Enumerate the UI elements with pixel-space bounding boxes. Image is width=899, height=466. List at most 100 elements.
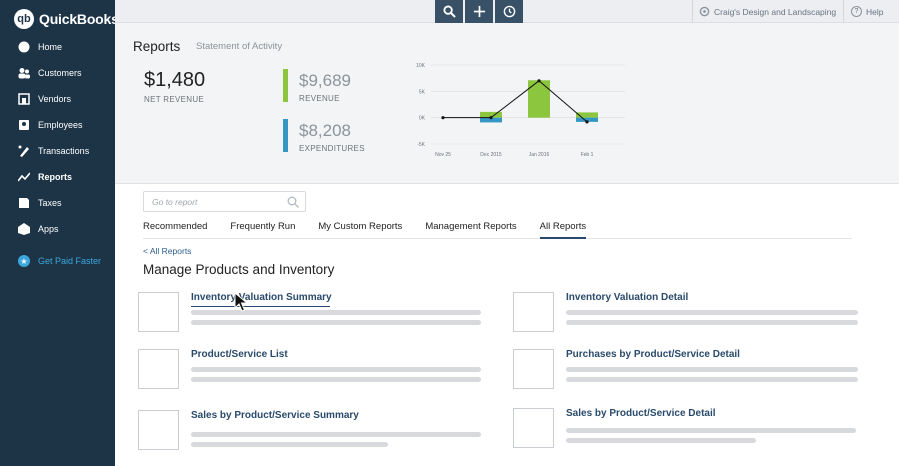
description-placeholder [566,367,858,372]
recent-button[interactable] [495,0,523,23]
expenditures-value: $8,208 [299,121,351,140]
report-title[interactable]: Purchases by Product/Service Detail [566,349,740,360]
report-title[interactable]: Sales by Product/Service Detail [566,408,716,419]
recent-icon [503,5,515,18]
search-button[interactable] [435,0,463,23]
sidebar-item-transactions[interactable]: Transactions [0,138,115,164]
sidebar-item-label: Apps [38,224,59,234]
reports-icon [18,172,30,182]
report-title[interactable]: Sales by Product/Service Summary [191,410,359,421]
help-label: Help [866,6,884,17]
transactions-icon [18,145,29,157]
create-button[interactable] [465,0,493,23]
net-revenue-metric: $1,480 NET REVENUE [144,69,205,104]
star-icon: ★ [18,255,30,267]
app-window: qb QuickBooks Home Customers Vendors Emp… [0,0,899,466]
sidebar: qb QuickBooks Home Customers Vendors Emp… [0,0,119,466]
description-placeholder [191,377,481,382]
net-series-point [585,120,589,124]
brand-logo[interactable]: qb QuickBooks [14,9,119,29]
search-placeholder: Go to report [152,196,198,207]
description-placeholder [191,442,388,447]
report-thumbnail [138,410,179,450]
description-placeholder [566,438,756,443]
sidebar-item-label: Transactions [38,146,90,156]
report-search-input[interactable]: Go to report [143,191,306,212]
company-menu[interactable]: Craig's Design and Landscaping [692,0,836,23]
home-icon [18,41,30,53]
page-subtitle[interactable]: Statement of Activity [196,41,282,52]
report-thumbnail [513,292,554,332]
sidebar-item-label: Taxes [38,198,62,208]
y-tick-label: 5K [419,89,426,95]
x-tick-label: Feb 1 [581,152,594,158]
report-title[interactable]: Inventory Valuation Summary [191,292,332,303]
mouse-pointer-icon [234,292,248,312]
report-title[interactable]: Inventory Valuation Detail [566,292,688,303]
description-placeholder [191,320,481,325]
net-series-point [537,79,541,83]
sidebar-item-reports[interactable]: Reports [0,164,115,190]
expenditures-label: EXPENDITURES [299,144,365,153]
plus-icon [473,5,485,18]
company-name: Craig's Design and Landscaping [714,6,837,17]
sidebar-nav: Home Customers Vendors Employees Transac… [0,34,115,274]
net-series-line [443,80,588,123]
help-button[interactable]: ? Help [843,0,883,23]
sidebar-item-label: Get Paid Faster [38,256,102,266]
revenue-metric: $9,689 REVENUE [299,71,351,103]
sidebar-item-label: Employees [38,120,83,130]
report-tabs: Recommended Frequently Run My Custom Rep… [143,219,852,239]
sidebar-item-apps[interactable]: Apps [0,216,115,242]
page-title: Reports [133,39,181,54]
description-placeholder [191,367,481,372]
expenditures-color-bar [283,119,288,152]
description-placeholder [566,428,856,433]
sidebar-item-vendors[interactable]: Vendors [0,86,115,112]
apps-icon [18,223,30,235]
sidebar-item-label: Reports [38,172,73,182]
report-title[interactable]: Product/Service List [191,349,288,360]
reports-main: Go to report Recommended Frequently Run … [115,185,899,466]
taxes-icon [19,198,29,208]
sidebar-item-customers[interactable]: Customers [0,60,115,86]
tab-my-custom-reports[interactable]: My Custom Reports [318,219,402,239]
description-placeholder [566,320,858,325]
gear-icon [699,6,710,17]
customers-icon [18,68,30,79]
expenditures-metric: $8,208 EXPENDITURES [299,121,365,153]
net-series-point [489,116,493,120]
description-placeholder [566,377,858,382]
chart-bar [528,80,550,118]
employees-icon [19,120,29,130]
y-tick-label: 0K [419,116,426,122]
search-icon [442,5,456,18]
search-icon [287,196,299,208]
revenue-color-bar [283,69,288,102]
net-revenue-label: NET REVENUE [144,95,205,104]
x-tick-label: Jan 2016 [529,152,550,158]
vendors-icon [18,93,30,105]
revenue-value: $9,689 [299,71,351,90]
top-bar: Craig's Design and Landscaping ? Help [115,0,899,23]
sidebar-item-taxes[interactable]: Taxes [0,190,115,216]
sidebar-item-home[interactable]: Home [0,34,115,60]
report-thumbnail [138,292,179,332]
tab-all-reports[interactable]: All Reports [539,219,587,239]
sidebar-item-employees[interactable]: Employees [0,112,115,138]
description-placeholder [566,310,858,315]
report-summary-panel: Reports Statement of Activity $1,480 NET… [115,23,899,184]
y-tick-label: -5K [417,142,425,148]
sidebar-item-get-paid-faster[interactable]: ★ Get Paid Faster [0,248,115,274]
quickbooks-logo-icon: qb [14,9,34,29]
report-thumbnail [513,408,554,448]
help-icon: ? [851,6,862,17]
back-to-all-reports-link[interactable]: < All Reports [143,246,191,256]
hover-underline [191,306,330,307]
tab-recommended[interactable]: Recommended [143,219,207,239]
revenue-label: REVENUE [299,94,340,103]
tab-frequently-run[interactable]: Frequently Run [230,219,295,239]
x-tick-label: Nov 25 [435,152,451,158]
tab-management-reports[interactable]: Management Reports [425,219,516,239]
report-thumbnail [138,349,179,389]
